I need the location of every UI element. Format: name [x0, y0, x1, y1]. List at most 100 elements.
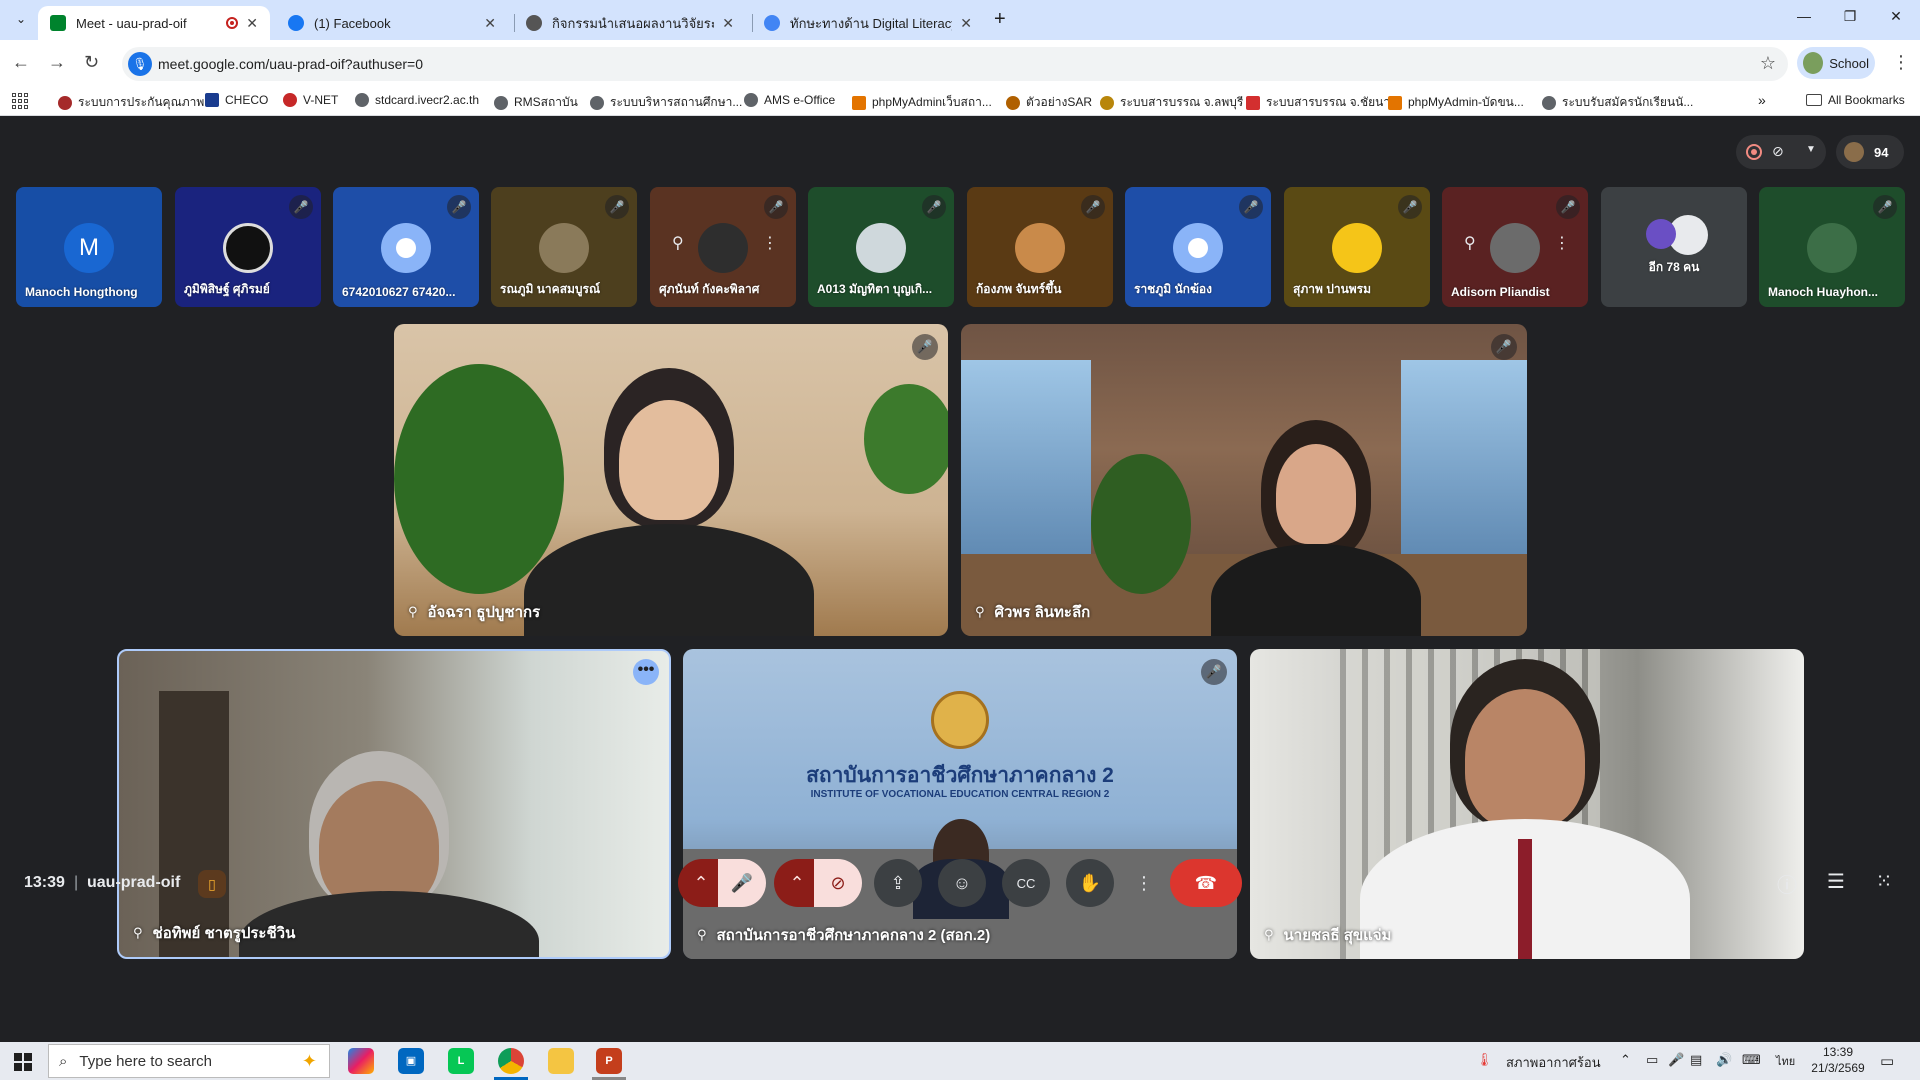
weather-icon[interactable]: 🌡: [1476, 1052, 1493, 1068]
tab-title: Meet - uau-prad-oif: [76, 15, 187, 31]
globe-icon: [590, 95, 604, 110]
bookmark-item[interactable]: ระบบสารบรรณ จ.ชัยนาท: [1246, 93, 1398, 112]
minimize-icon[interactable]: —: [1794, 8, 1814, 24]
participant-tile[interactable]: 🎤 6742010627 67420...: [333, 187, 479, 307]
mic-off-icon: 🎤: [1398, 195, 1422, 219]
microphone-tray-icon[interactable]: 🎤: [1668, 1052, 1684, 1068]
default-avatar-icon: [1173, 223, 1223, 273]
bookmark-item[interactable]: AMS e-Office: [744, 93, 835, 107]
camera-tray-icon[interactable]: ▭: [1646, 1052, 1658, 1068]
more-options-icon[interactable]: ⋮: [1554, 233, 1570, 253]
store-icon[interactable]: ▣: [398, 1048, 424, 1074]
pin-icon[interactable]: ⚲: [672, 233, 684, 253]
bookmark-item[interactable]: ระบบรับสมัครนักเรียนนั...: [1542, 93, 1693, 112]
network-icon[interactable]: ▤: [1690, 1052, 1702, 1068]
present-screen-button[interactable]: ⇪: [874, 859, 922, 907]
back-arrow-icon[interactable]: ←: [12, 52, 30, 73]
bookmark-item[interactable]: ตัวอย่างSAR: [1006, 93, 1092, 112]
video-tile[interactable]: 🎤 ⚲ ศิวพร ลินทะลึก: [961, 324, 1527, 636]
close-tab-icon[interactable]: ✕: [722, 15, 734, 32]
participant-tile[interactable]: ⚲ ⋮ 🎤 Adisorn Pliandist: [1442, 187, 1588, 307]
close-window-icon[interactable]: ✕: [1886, 8, 1906, 25]
participant-tile[interactable]: 🎤 รณภูมิ นาคสมบูรณ์: [491, 187, 637, 307]
leave-call-button[interactable]: ☎: [1170, 859, 1242, 907]
browser-menu-icon[interactable]: ⋮: [1892, 52, 1910, 73]
microphone-off-button[interactable]: 🎤: [718, 859, 766, 907]
profile-button[interactable]: School: [1797, 47, 1875, 79]
reload-icon[interactable]: ↻: [84, 52, 99, 73]
participant-tile[interactable]: 🎤 สุภาพ ปานพรม: [1284, 187, 1430, 307]
chat-icon[interactable]: ☰: [1822, 869, 1850, 894]
microphone-permission-icon[interactable]: 🎙: [128, 52, 152, 76]
video-participant-name: ⚲ ช่อทิพย์ ชาตรูประชีวิน: [133, 925, 296, 942]
participant-tile[interactable]: ⚲ ⋮ 🎤 ศุภนันท์ กังคะพิลาศ: [650, 187, 796, 307]
tab-digital-literacy[interactable]: ทักษะทางด้าน Digital Literacy - G ✕: [752, 6, 984, 40]
camera-off-button[interactable]: ⊘: [814, 859, 862, 907]
close-tab-icon[interactable]: ✕: [484, 15, 496, 32]
bookmark-item[interactable]: V-NET: [283, 93, 338, 107]
participant-tile[interactable]: 🎤 A013 มัญทิตา บุญเกิ...: [808, 187, 954, 307]
bookmark-item[interactable]: ระบบบริหารสถานศึกษา...: [590, 93, 742, 112]
address-bar[interactable]: 🎙 meet.google.com/uau-prad-oif?authuser=…: [122, 47, 1788, 81]
more-bookmarks-chevron-icon[interactable]: »: [1758, 92, 1766, 108]
more-options-icon[interactable]: ⋮: [1130, 859, 1158, 907]
taskbar-clock[interactable]: 13:39 21/3/2569: [1808, 1044, 1868, 1076]
video-tile[interactable]: 🎤 ⚲ อัจฉรา ธูปบูชากร: [394, 324, 948, 636]
participants-count-button[interactable]: 94: [1836, 135, 1904, 169]
video-tile[interactable]: ⚲ นายชลธี สุขแจ่ม: [1250, 649, 1804, 959]
pin-icon[interactable]: ⚲: [1464, 233, 1476, 253]
captions-button[interactable]: CC: [1002, 859, 1050, 907]
participant-tile[interactable]: 🎤 ราชภูมิ นักฆ้อง: [1125, 187, 1271, 307]
input-language[interactable]: ไทย: [1776, 1052, 1795, 1070]
notifications-icon[interactable]: ▭: [1880, 1052, 1894, 1070]
bookmark-item[interactable]: CHECO: [205, 93, 268, 107]
bookmark-item[interactable]: stdcard.ivecr2.ac.th: [355, 93, 479, 107]
bookmark-item[interactable]: ระบบการประกันคุณภาพ: [58, 93, 204, 112]
participant-tile[interactable]: 🎤 Manoch Huayhon...: [1759, 187, 1905, 307]
all-bookmarks-button[interactable]: All Bookmarks: [1806, 93, 1905, 107]
bookmark-item[interactable]: phpMyAdminเว็บสถา...: [852, 93, 992, 112]
participant-name: 6742010627 67420...: [342, 285, 456, 299]
apps-grid-icon[interactable]: [12, 93, 28, 109]
copilot-icon[interactable]: [348, 1048, 374, 1074]
tab-facebook[interactable]: (1) Facebook ✕: [276, 6, 508, 40]
windows-start-icon[interactable]: [14, 1053, 32, 1071]
meeting-info-icon[interactable]: ⓘ: [1773, 869, 1801, 898]
host-controls-icon[interactable]: ▯: [198, 870, 226, 898]
restore-icon[interactable]: ❐: [1840, 8, 1860, 25]
powerpoint-icon[interactable]: P: [596, 1048, 622, 1074]
bookmark-item[interactable]: RMSสถาบัน: [494, 93, 578, 112]
video-tile[interactable]: สถาบันการอาชีวศึกษาภาคกลาง 2 INSTITUTE O…: [683, 649, 1237, 959]
bookmark-star-icon[interactable]: ☆: [1760, 53, 1776, 74]
activities-grid-icon[interactable]: ⁙: [1870, 869, 1898, 894]
show-hidden-icons-chevron-icon[interactable]: ⌃: [1620, 1052, 1631, 1068]
video-tile-active-speaker[interactable]: ••• ⚲ ช่อทิพย์ ชาตรูประชีวิน: [117, 649, 671, 959]
new-tab-plus-icon[interactable]: +: [994, 8, 1006, 31]
close-tab-icon[interactable]: ✕: [246, 15, 258, 32]
chevron-down-icon: ▼: [1806, 144, 1816, 155]
tab-meet[interactable]: Meet - uau-prad-oif ✕: [38, 6, 270, 40]
file-explorer-icon[interactable]: [548, 1048, 574, 1074]
bookmark-item[interactable]: phpMyAdmin-บัดขน...: [1388, 93, 1524, 112]
more-participants-tile[interactable]: อีก 78 คน: [1601, 187, 1747, 307]
chrome-icon[interactable]: [498, 1048, 524, 1074]
volume-icon[interactable]: 🔊: [1716, 1052, 1732, 1068]
emoji-reaction-button[interactable]: ☺: [938, 859, 986, 907]
more-options-icon[interactable]: ⋮: [762, 233, 778, 253]
tab-search-chevron-icon[interactable]: ⌄: [10, 8, 32, 30]
weather-text[interactable]: สภาพอากาศร้อน: [1506, 1052, 1601, 1073]
tab-research[interactable]: กิจกรรมนำเสนอผลงานวิจัยระดับปริญ ✕: [514, 6, 746, 40]
participant-tile[interactable]: 🎤 ภูมิพิสิษฐ์ ศุภิรมย์: [175, 187, 321, 307]
necktie-decoration: [1518, 839, 1532, 959]
taskbar-search-box[interactable]: ⌕ Type here to search ✦: [48, 1044, 330, 1078]
close-tab-icon[interactable]: ✕: [960, 15, 972, 32]
raise-hand-button[interactable]: ✋: [1066, 859, 1114, 907]
line-app-icon[interactable]: L: [448, 1048, 474, 1074]
participant-tile[interactable]: 🎤 ก้องภพ จันทร์ขึ้น: [967, 187, 1113, 307]
meeting-indicators[interactable]: ⊘ ▼: [1736, 135, 1826, 169]
bookmarks-bar: ระบบการประกันคุณภาพ CHECO V-NET stdcard.…: [0, 86, 1920, 116]
forward-arrow-icon[interactable]: →: [48, 52, 66, 73]
keyboard-icon[interactable]: ⌨: [1742, 1052, 1761, 1068]
participant-tile[interactable]: M Manoch Hongthong: [16, 187, 162, 307]
bookmark-item[interactable]: ระบบสารบรรณ จ.ลพบุรี: [1100, 93, 1243, 112]
